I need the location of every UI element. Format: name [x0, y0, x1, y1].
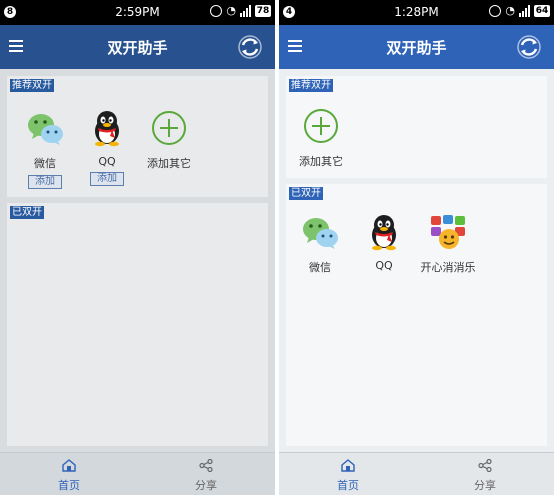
bottom-nav: 首页 分享 — [279, 452, 554, 495]
status-icons: ◔ 78 — [210, 5, 271, 17]
nav-home[interactable]: 首页 — [39, 459, 99, 493]
nav-share[interactable]: 分享 — [176, 458, 236, 493]
nav-share[interactable]: 分享 — [455, 458, 515, 493]
qq-icon[interactable] — [88, 109, 126, 147]
share-icon — [199, 458, 213, 473]
sync-icon[interactable] — [237, 34, 263, 60]
recommended-section: 推荐双开 添加其它 — [286, 76, 547, 178]
app-name: 微信 — [34, 157, 56, 170]
happy-elimination-icon[interactable] — [429, 213, 467, 251]
app-item-qq[interactable]: QQ — [352, 213, 416, 272]
battery-level: 78 — [255, 5, 271, 17]
wifi-icon: ◔ — [505, 4, 515, 17]
section-title-opened: 已双开 — [289, 187, 323, 200]
app-name: 添加其它 — [299, 155, 343, 168]
app-title: 双开助手 — [386, 39, 447, 57]
app-item-qq: QQ 添加 — [75, 109, 139, 186]
wifi-icon: ◔ — [226, 4, 236, 17]
app-name: 微信 — [309, 261, 331, 274]
app-item-wechat[interactable]: 微信 — [288, 213, 352, 275]
status-icons: ◔ 64 — [489, 5, 550, 17]
opened-section: 已双开 微信 QQ 开心消消乐 — [286, 184, 547, 446]
recommended-section: 推荐双开 微信 添加 QQ 添加 添加其它 — [7, 76, 268, 197]
add-button[interactable]: 添加 — [90, 172, 124, 186]
alarm-icon — [210, 5, 223, 17]
app-name: QQ — [98, 155, 116, 168]
app-item-add-other[interactable]: 添加其它 — [289, 107, 353, 169]
section-title-recommended: 推荐双开 — [289, 79, 333, 92]
nav-label: 分享 — [195, 479, 217, 492]
signal-icon — [519, 5, 530, 17]
nav-label: 首页 — [337, 479, 359, 492]
app-item-happy-elimination[interactable]: 开心消消乐 — [416, 213, 480, 275]
status-bar: 4 1:28PM ◔ 64 — [279, 0, 554, 25]
screen-right: 4 1:28PM ◔ 64 双开助手 推荐双开 添加其它 已双开 微信 QQ 开… — [279, 0, 554, 495]
alarm-icon — [489, 5, 502, 17]
screen-left: 8 2:59PM ◔ 78 双开助手 推荐双开 微信 添加 QQ 添加 添加其它… — [0, 0, 275, 495]
add-button[interactable]: 添加 — [28, 175, 62, 189]
wechat-icon[interactable] — [26, 109, 64, 147]
nav-home[interactable]: 首页 — [318, 459, 378, 493]
signal-icon — [240, 5, 251, 17]
app-item-add-other[interactable]: 添加其它 — [137, 109, 201, 171]
app-item-wechat: 微信 添加 — [13, 109, 77, 189]
nav-label: 分享 — [474, 479, 496, 492]
app-bar: 双开助手 — [279, 25, 554, 69]
section-title-opened: 已双开 — [10, 206, 44, 219]
share-icon — [478, 458, 492, 473]
wechat-icon[interactable] — [301, 213, 339, 251]
app-bar: 双开助手 — [0, 25, 275, 69]
section-title-recommended: 推荐双开 — [10, 79, 54, 92]
add-icon[interactable] — [150, 109, 188, 147]
add-icon[interactable] — [302, 107, 340, 145]
status-bar: 8 2:59PM ◔ 78 — [0, 0, 275, 25]
opened-section: 已双开 — [7, 203, 268, 446]
sync-icon[interactable] — [516, 34, 542, 60]
app-name: QQ — [375, 259, 393, 272]
home-icon — [341, 459, 355, 472]
bottom-nav: 首页 分享 — [0, 452, 275, 495]
app-name: 添加其它 — [147, 157, 191, 170]
home-icon — [62, 459, 76, 472]
app-title: 双开助手 — [107, 39, 168, 57]
qq-icon[interactable] — [365, 213, 403, 251]
nav-label: 首页 — [58, 479, 80, 492]
battery-level: 64 — [534, 5, 550, 17]
app-name: 开心消消乐 — [420, 261, 476, 274]
